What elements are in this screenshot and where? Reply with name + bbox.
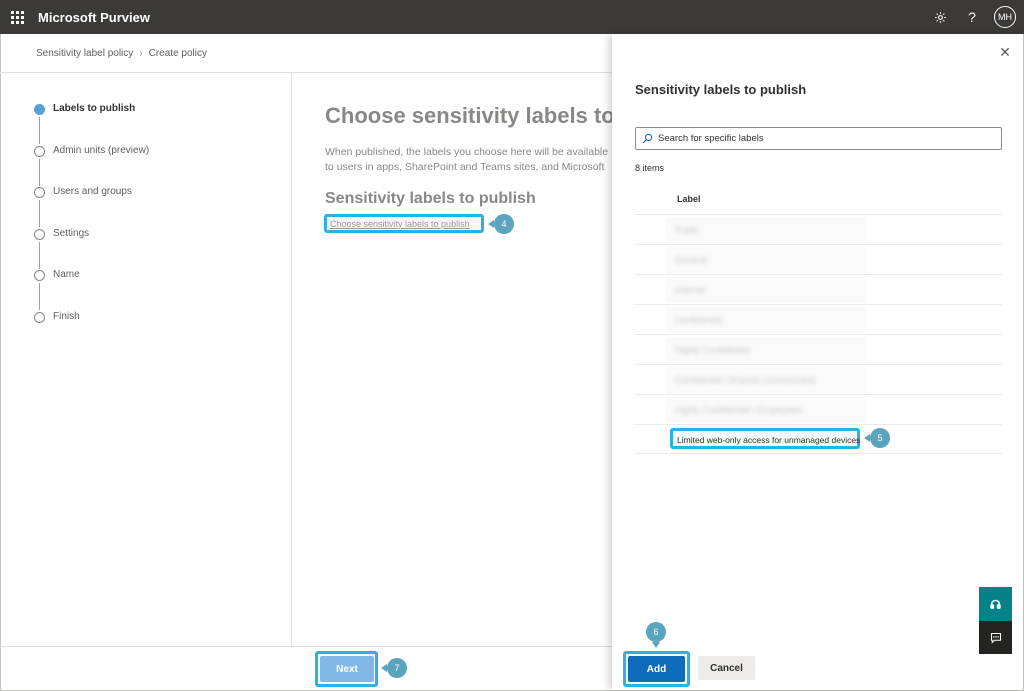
- label-name: Limited web-only access for unmanaged de…: [677, 435, 861, 445]
- table-row[interactable]: Confidential: [635, 304, 1002, 334]
- step-connector: [39, 283, 40, 311]
- callout-badge: 7: [387, 658, 407, 678]
- table-row[interactable]: Public: [635, 214, 1002, 244]
- label-name: General: [675, 255, 708, 265]
- callout-badge: 5: [870, 428, 890, 448]
- panel-title: Sensitivity labels to publish: [635, 82, 807, 97]
- step-label: Finish: [53, 310, 80, 322]
- table-row[interactable]: Confidential \ Anyone (unrestricted): [635, 364, 1002, 394]
- divider: [291, 73, 292, 646]
- table-row[interactable]: General: [635, 244, 1002, 274]
- app-launcher-button[interactable]: [0, 0, 34, 34]
- step-label: Labels to publish: [53, 103, 136, 114]
- divider: [0, 72, 612, 73]
- step-connector: [39, 117, 40, 144]
- next-button[interactable]: Next: [320, 656, 374, 682]
- avatar[interactable]: MH: [994, 6, 1016, 28]
- step-connector: [39, 200, 40, 228]
- help-chat-button[interactable]: [979, 587, 1012, 621]
- top-bar: Microsoft Purview ? MH: [0, 0, 1024, 34]
- callout-badge: 4: [494, 214, 514, 234]
- label-name: Internal: [675, 285, 706, 295]
- callout-arrow: [652, 642, 660, 648]
- step-pending-icon: [34, 228, 45, 240]
- step-label: Users and groups: [53, 186, 132, 198]
- step-connector: [39, 158, 40, 186]
- callout-badge: 6: [646, 622, 666, 642]
- search-box[interactable]: [635, 127, 1002, 150]
- column-header-label[interactable]: Label: [677, 194, 701, 204]
- waffle-icon: [10, 10, 24, 24]
- step-label: Admin units (preview): [53, 144, 150, 156]
- add-button[interactable]: Add: [628, 656, 685, 682]
- settings-button[interactable]: [924, 0, 956, 34]
- help-button[interactable]: ?: [956, 0, 988, 34]
- headset-icon: [990, 599, 1001, 609]
- cancel-button[interactable]: Cancel: [698, 656, 755, 680]
- app-title[interactable]: Microsoft Purview: [38, 10, 150, 25]
- search-input[interactable]: [658, 133, 988, 144]
- table-row[interactable]: Highly Confidential \ Employees: [635, 394, 1002, 424]
- table-row[interactable]: Internal: [635, 274, 1002, 304]
- label-name: Highly Confidential: [675, 345, 751, 355]
- breadcrumb-item-create-policy: Create policy: [148, 48, 207, 59]
- table-row[interactable]: Highly Confidential: [635, 334, 1002, 364]
- page-title: Choose sensitivity labels to publish: [325, 103, 612, 128]
- items-count: 8 items: [635, 163, 665, 173]
- table-row-limited-web-only[interactable]: Limited web-only access for unmanaged de…: [635, 424, 1002, 454]
- chevron-right-icon: ›: [139, 48, 143, 59]
- breadcrumb-item-sensitivity-label-policy[interactable]: Sensitivity label policy: [36, 48, 133, 59]
- breadcrumb: Sensitivity label policy › Create policy: [36, 48, 207, 59]
- close-icon[interactable]: ✕: [997, 44, 1013, 60]
- step-pending-icon: [34, 145, 45, 157]
- step-connector: [39, 241, 40, 269]
- feedback-button[interactable]: [979, 621, 1012, 654]
- divider: [0, 646, 612, 647]
- label-name: Confidential \ Anyone (unrestricted): [675, 375, 816, 385]
- search-icon: [636, 128, 658, 149]
- gear-icon: [934, 11, 946, 23]
- step-pending-icon: [34, 311, 45, 323]
- label-name: Highly Confidential \ Employees: [675, 405, 803, 415]
- step-label: Name: [53, 269, 80, 281]
- label-name: Public: [675, 225, 700, 235]
- page-description: When published, the labels you choose he…: [325, 146, 609, 177]
- choose-labels-link[interactable]: Choose sensitivity labels to publish: [330, 219, 470, 229]
- step-current-icon: [34, 104, 45, 115]
- label-name: Confidential: [675, 315, 723, 325]
- flyout-panel: ✕ Sensitivity labels to publish 8 items …: [612, 34, 1023, 690]
- step-label: Settings: [53, 227, 90, 239]
- section-title: Sensitivity labels to publish: [325, 190, 536, 207]
- labels-table: Public General Internal Confidential Hig…: [635, 214, 1002, 454]
- feedback-icon: [990, 632, 1001, 644]
